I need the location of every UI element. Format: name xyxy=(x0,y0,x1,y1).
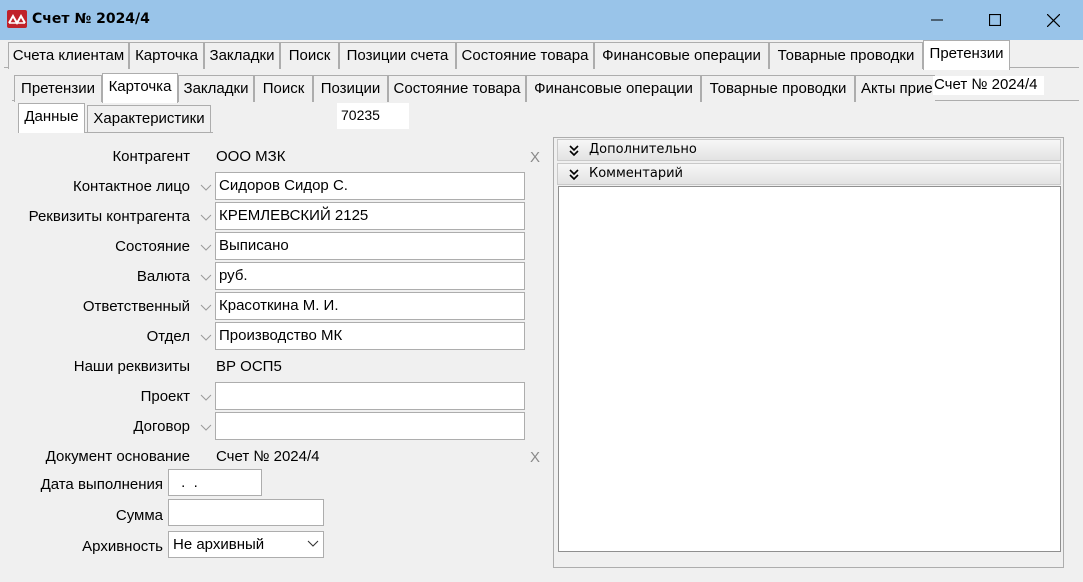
tab-data[interactable]: Данные xyxy=(18,103,85,133)
requisites-dropdown-icon[interactable] xyxy=(199,210,213,224)
responsible-field[interactable]: Красоткина М. И. xyxy=(215,292,525,320)
additional-section-header[interactable]: Дополнительно xyxy=(557,139,1061,161)
second-tabs: Претензии Карточка Закладки Поиск Позици… xyxy=(0,73,1083,103)
responsible-label: Ответственный xyxy=(82,298,190,315)
state-field[interactable]: Выписано xyxy=(215,232,525,260)
sum-field[interactable] xyxy=(168,499,324,526)
contract-label: Договор xyxy=(133,418,190,435)
additional-section-label: Дополнительно xyxy=(589,142,697,157)
third-tabs: Данные Характеристики xyxy=(0,103,300,133)
project-label: Проект xyxy=(140,388,190,405)
contact-dropdown-icon[interactable] xyxy=(199,180,213,194)
minimize-button[interactable] xyxy=(908,0,966,40)
tab-search[interactable]: Поиск xyxy=(280,42,339,69)
contract-dropdown-icon[interactable] xyxy=(199,420,213,434)
tab-bookmarks[interactable]: Закладки xyxy=(204,42,280,69)
document-caption: Счет № 2024/4 xyxy=(933,76,1044,95)
contact-label: Контактное лицо xyxy=(72,178,190,195)
comment-textarea[interactable] xyxy=(558,186,1061,552)
app-logo-icon xyxy=(7,10,27,28)
project-dropdown-icon[interactable] xyxy=(199,390,213,404)
tab-claims[interactable]: Претензии xyxy=(923,40,1010,70)
chevron-down-icon xyxy=(307,540,319,547)
tab-financial-ops[interactable]: Финансовые операции xyxy=(594,42,769,69)
department-dropdown-icon[interactable] xyxy=(199,330,213,344)
close-icon xyxy=(1046,13,1060,27)
window-title: Счет № 2024/4 xyxy=(32,11,150,27)
tab-invoice-items[interactable]: Позиции счета xyxy=(339,42,456,69)
clear-counterparty-button[interactable]: X xyxy=(530,149,540,166)
tab-bookmarks-sub[interactable]: Закладки xyxy=(178,75,254,102)
tab-invoices[interactable]: Счета клиентам xyxy=(8,42,129,69)
archive-label: Архивность xyxy=(82,538,163,555)
double-chevron-down-icon xyxy=(569,169,579,181)
close-button[interactable] xyxy=(1024,0,1082,40)
department-field[interactable]: Производство МК xyxy=(215,322,525,350)
clear-base-document-button[interactable]: X xyxy=(530,449,540,466)
title-bar: Счет № 2024/4 xyxy=(0,0,1083,40)
tab-card-sub[interactable]: Карточка xyxy=(102,73,178,103)
base-document-value: Счет № 2024/4 xyxy=(216,448,320,465)
tab-acceptance-acts-sub[interactable]: Акты прие xyxy=(855,75,935,102)
currency-label: Валюта xyxy=(136,268,190,285)
state-dropdown-icon[interactable] xyxy=(199,240,213,254)
tab-goods-postings[interactable]: Товарные проводки xyxy=(769,42,923,69)
tab-goods-state-sub[interactable]: Состояние товара xyxy=(388,75,526,102)
counterparty-value: ООО МЗК xyxy=(216,148,286,165)
maximize-icon xyxy=(989,14,1001,26)
department-label: Отдел xyxy=(146,328,190,345)
project-field[interactable] xyxy=(215,382,525,410)
maximize-button[interactable] xyxy=(966,0,1024,40)
contact-field[interactable]: Сидоров Сидор С. xyxy=(215,172,525,200)
contract-field[interactable] xyxy=(215,412,525,440)
exec-date-label: Дата выполнения xyxy=(40,476,163,493)
tab-financial-ops-sub[interactable]: Финансовые операции xyxy=(526,75,701,102)
state-label: Состояние xyxy=(115,238,190,255)
tab-claims-sub[interactable]: Претензии xyxy=(14,75,102,102)
requisites-field[interactable]: КРЕМЛЕВСКИЙ 2125 xyxy=(215,202,525,230)
comment-section-header[interactable]: Комментарий xyxy=(557,163,1061,185)
counterparty-label: Контрагент xyxy=(112,148,190,165)
minimize-icon xyxy=(931,19,943,21)
exec-date-field[interactable]: . . xyxy=(168,469,262,496)
currency-dropdown-icon[interactable] xyxy=(199,270,213,284)
responsible-dropdown-icon[interactable] xyxy=(199,300,213,314)
tab-goods-postings-sub[interactable]: Товарные проводки xyxy=(701,75,855,102)
comment-section-label: Комментарий xyxy=(589,166,683,181)
our-requisites-label: Наши реквизиты xyxy=(73,358,190,375)
archive-select[interactable]: Не архивный xyxy=(168,531,324,558)
archive-select-value: Не архивный xyxy=(173,536,265,553)
top-tabs: Счета клиентам Карточка Закладки Поиск П… xyxy=(0,40,1083,70)
double-chevron-down-icon xyxy=(569,145,579,157)
tab-items-sub[interactable]: Позиции xyxy=(313,75,388,102)
currency-field[interactable]: руб. xyxy=(215,262,525,290)
our-requisites-value: ВР ОСП5 xyxy=(216,358,282,375)
base-document-label: Документ основание xyxy=(45,448,190,465)
tab-card[interactable]: Карточка xyxy=(129,42,204,69)
sum-label: Сумма xyxy=(115,507,163,524)
record-id: 70235 xyxy=(337,103,409,129)
tab-characteristics[interactable]: Характеристики xyxy=(87,105,211,132)
requisites-label: Реквизиты контрагента xyxy=(28,208,190,225)
tab-goods-state[interactable]: Состояние товара xyxy=(456,42,594,69)
tab-search-sub[interactable]: Поиск xyxy=(254,75,313,102)
